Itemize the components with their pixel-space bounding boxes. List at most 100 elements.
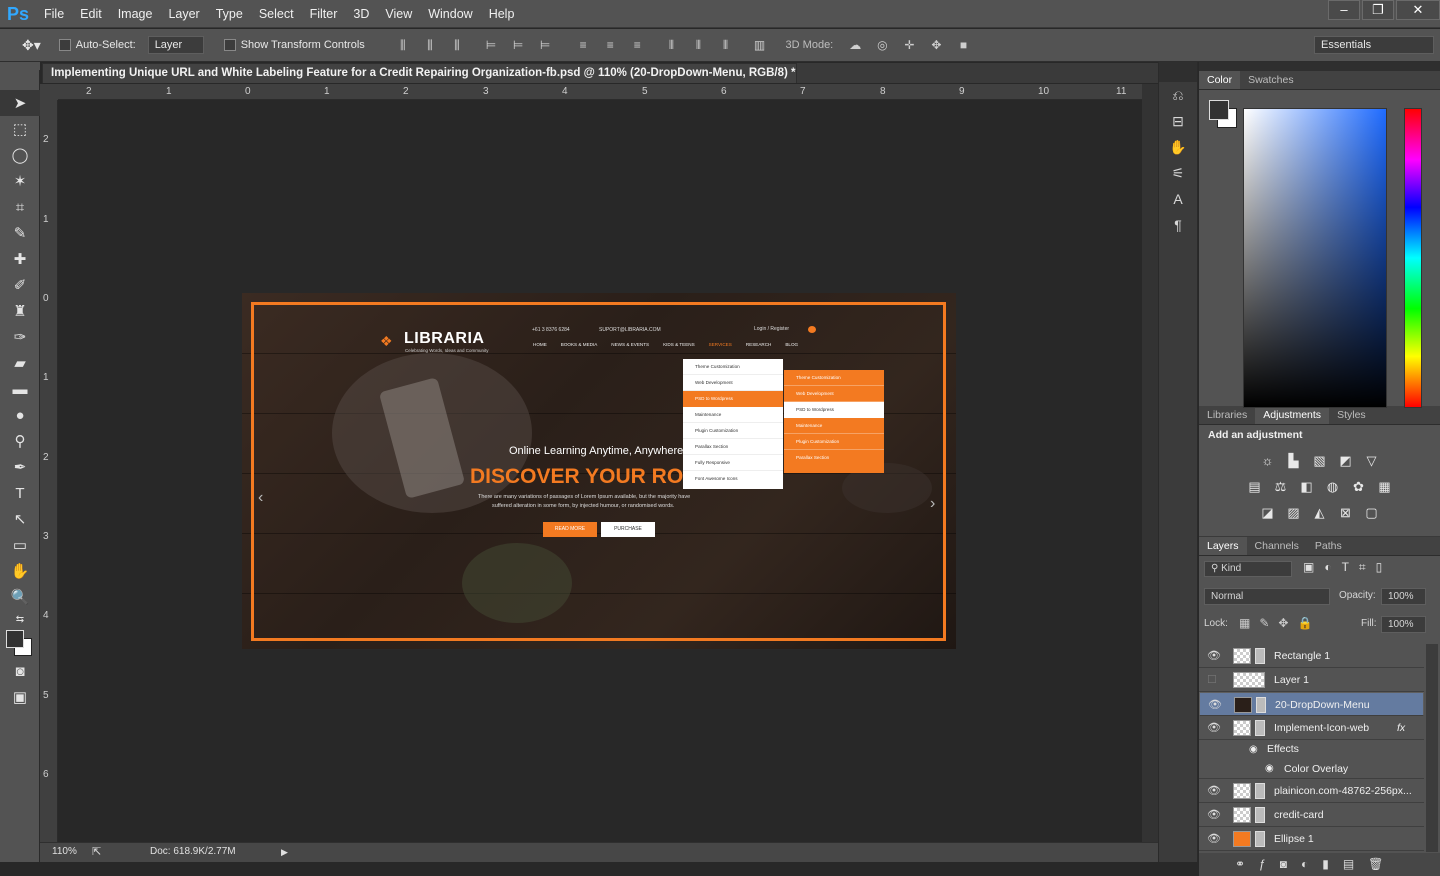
path-select-tool-icon[interactable]: ↖ bbox=[0, 506, 40, 532]
fill-field[interactable]: 100% bbox=[1381, 616, 1426, 633]
magic-wand-tool-icon[interactable]: ✶ bbox=[0, 168, 40, 194]
paragraph-icon[interactable]: ¶ bbox=[1159, 212, 1197, 238]
auto-select-dropdown[interactable]: Layer bbox=[147, 36, 204, 54]
dodge-tool-icon[interactable]: ⚲ bbox=[0, 428, 40, 454]
move-tool-icon[interactable]: ➤ bbox=[0, 90, 40, 116]
distribute-hcenter-icon[interactable]: ⫴ bbox=[691, 38, 705, 52]
fx-icon[interactable]: fx bbox=[1397, 716, 1405, 740]
layer-row[interactable]: 👁 Rectangle 1 bbox=[1199, 644, 1424, 668]
status-arrow-icon[interactable]: ▶ bbox=[281, 843, 288, 861]
move-tool-icon[interactable]: ✥▾ bbox=[22, 37, 41, 54]
layer-row[interactable]: 👁 credit-card bbox=[1199, 803, 1424, 827]
menu-filter[interactable]: Filter bbox=[302, 0, 346, 28]
brightness-icon[interactable]: ☼ bbox=[1257, 451, 1279, 471]
pen-tool-icon[interactable]: ✒ bbox=[0, 454, 40, 480]
distribute-left-icon[interactable]: ⫴ bbox=[664, 38, 678, 52]
align-right-icon[interactable]: ⊨ bbox=[538, 38, 552, 52]
vibrance-icon[interactable]: ▽ bbox=[1361, 451, 1383, 471]
tab-paths[interactable]: Paths bbox=[1307, 537, 1350, 555]
3d-rotate-icon[interactable]: ☁ bbox=[848, 38, 862, 52]
align-bottom-icon[interactable]: ⫼ bbox=[450, 38, 464, 52]
align-vcenter-icon[interactable]: ⫼ bbox=[423, 38, 437, 52]
zoom-level[interactable]: 110% bbox=[52, 843, 77, 861]
show-transform-checkbox[interactable] bbox=[223, 39, 241, 52]
distribute-right-icon[interactable]: ⫴ bbox=[718, 38, 732, 52]
stamp-tool-icon[interactable]: ♜ bbox=[0, 298, 40, 324]
menu-layer[interactable]: Layer bbox=[160, 0, 207, 28]
healing-tool-icon[interactable]: ✚ bbox=[0, 246, 40, 272]
layer-row[interactable]: 👁 Ellipse 1 bbox=[1199, 827, 1424, 851]
blur-tool-icon[interactable]: ● bbox=[0, 402, 40, 428]
history-brush-tool-icon[interactable]: ✑ bbox=[0, 324, 40, 350]
selective-color-icon[interactable]: ▢ bbox=[1361, 503, 1383, 523]
menu-type[interactable]: Type bbox=[208, 0, 251, 28]
layers-scrollbar[interactable] bbox=[1426, 644, 1438, 852]
blend-mode-dropdown[interactable]: Normal bbox=[1204, 588, 1330, 605]
properties-icon[interactable]: ⊟ bbox=[1159, 108, 1197, 134]
close-button[interactable]: ✕ bbox=[1396, 0, 1440, 20]
share-icon[interactable]: ⇱ bbox=[92, 843, 101, 861]
menu-select[interactable]: Select bbox=[251, 0, 302, 28]
menu-image[interactable]: Image bbox=[110, 0, 161, 28]
3d-scale-icon[interactable]: ■ bbox=[957, 38, 971, 52]
color-lookup-icon[interactable]: ▦ bbox=[1374, 477, 1396, 497]
shape-tool-icon[interactable]: ▭ bbox=[0, 532, 40, 558]
3d-slide-icon[interactable]: ✥ bbox=[929, 38, 943, 52]
crop-tool-icon[interactable]: ⌗ bbox=[0, 194, 40, 220]
screen-mode-icon[interactable]: ▣ bbox=[0, 684, 40, 710]
invert-icon[interactable]: ◪ bbox=[1257, 503, 1279, 523]
curves-icon[interactable]: ▧ bbox=[1309, 451, 1331, 471]
eraser-tool-icon[interactable]: ▰ bbox=[0, 350, 40, 376]
history-icon[interactable]: ⎌ bbox=[1159, 82, 1197, 108]
visibility-eye-icon[interactable]: 👁 bbox=[1208, 693, 1222, 717]
effects-eye-icon[interactable]: ◉ bbox=[1249, 740, 1258, 759]
effect-eye-icon[interactable]: ◉ bbox=[1265, 759, 1274, 779]
layer-row-selected[interactable]: 👁 20-DropDown-Menu bbox=[1199, 692, 1424, 716]
3d-drag-icon[interactable]: ✛ bbox=[902, 38, 916, 52]
layer-row[interactable]: ☐ Layer 1 bbox=[1199, 668, 1424, 692]
exposure-icon[interactable]: ◩ bbox=[1335, 451, 1357, 471]
threshold-icon[interactable]: ◭ bbox=[1309, 503, 1331, 523]
type-tool-icon[interactable]: T bbox=[0, 480, 40, 506]
zoom-tool-icon[interactable]: 🔍 bbox=[0, 584, 40, 610]
document-tab[interactable]: Implementing Unique URL and White Labeli… bbox=[42, 63, 797, 83]
menu-help[interactable]: Help bbox=[481, 0, 523, 28]
lasso-tool-icon[interactable]: ◯ bbox=[0, 142, 40, 168]
visibility-off-icon[interactable]: ☐ bbox=[1207, 668, 1221, 692]
workspace-dropdown[interactable]: Essentials bbox=[1314, 36, 1434, 54]
tab-layers[interactable]: Layers bbox=[1199, 537, 1247, 555]
color-swatches[interactable] bbox=[0, 628, 40, 658]
opacity-field[interactable]: 100% bbox=[1381, 588, 1426, 605]
effects-row[interactable]: ◉ Effects bbox=[1199, 740, 1424, 759]
eyedropper-tool-icon[interactable]: ✎ bbox=[0, 220, 40, 246]
quick-mask-icon[interactable]: ◙ bbox=[0, 658, 40, 684]
tab-styles[interactable]: Styles bbox=[1329, 406, 1374, 424]
align-top-icon[interactable]: ⫼ bbox=[396, 38, 410, 52]
gradient-tool-icon[interactable]: ▬ bbox=[0, 376, 40, 402]
brush-tool-icon[interactable]: ✐ bbox=[0, 272, 40, 298]
tab-channels[interactable]: Channels bbox=[1247, 537, 1307, 555]
3d-roll-icon[interactable]: ◎ bbox=[875, 38, 889, 52]
layer-filter-icons[interactable]: ▣◐T⌗▯ bbox=[1303, 560, 1392, 575]
hue-slider[interactable] bbox=[1404, 108, 1422, 408]
marquee-tool-icon[interactable]: ⬚ bbox=[0, 116, 40, 142]
layer-row[interactable]: 👁 Implement-Icon-web fx bbox=[1199, 716, 1424, 740]
layer-actions[interactable]: ⚭ƒ◙◐▮▤🗑 bbox=[1199, 853, 1440, 876]
gradient-map-icon[interactable]: ⊠ bbox=[1335, 503, 1357, 523]
levels-icon[interactable]: ▙ bbox=[1283, 451, 1305, 471]
black-white-icon[interactable]: ◧ bbox=[1296, 477, 1318, 497]
distribute-vcenter-icon[interactable]: ≡ bbox=[603, 38, 617, 52]
tab-swatches[interactable]: Swatches bbox=[1240, 71, 1302, 89]
tab-color[interactable]: Color bbox=[1199, 71, 1241, 89]
character-icon[interactable]: A bbox=[1159, 186, 1197, 212]
swap-colors-icon[interactable]: ⇆ bbox=[0, 610, 40, 628]
posterize-icon[interactable]: ▨ bbox=[1283, 503, 1305, 523]
foreground-color-swatch[interactable] bbox=[1209, 100, 1229, 120]
color-field[interactable] bbox=[1243, 108, 1387, 408]
minimize-button[interactable]: – bbox=[1328, 0, 1360, 20]
tab-libraries[interactable]: Libraries bbox=[1199, 406, 1255, 424]
lock-icons[interactable]: ▦✎✥🔒 bbox=[1239, 616, 1321, 630]
visibility-eye-icon[interactable]: 👁 bbox=[1207, 644, 1221, 668]
visibility-eye-icon[interactable]: 👁 bbox=[1207, 716, 1221, 740]
align-left-icon[interactable]: ⊨ bbox=[484, 38, 498, 52]
